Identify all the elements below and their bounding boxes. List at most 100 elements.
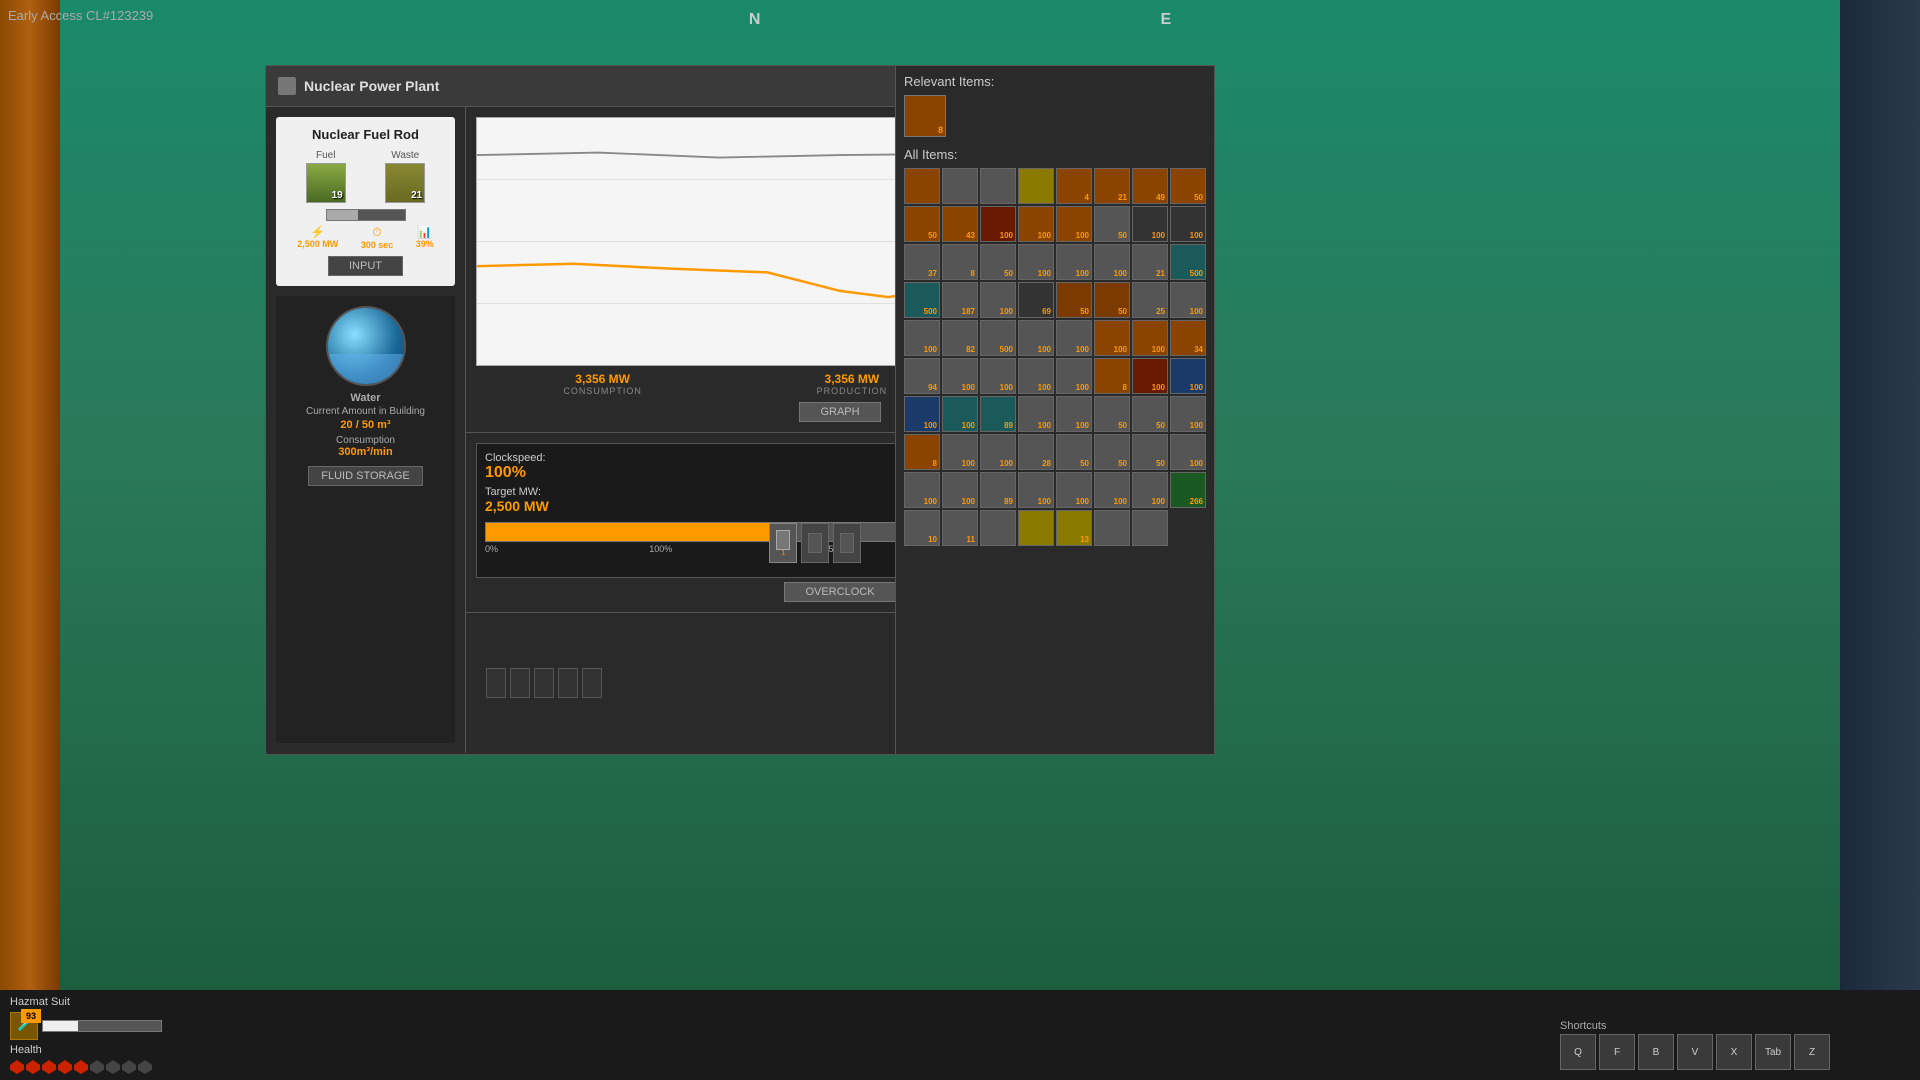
inv-cell-46[interactable]: 100 [1132,358,1168,394]
inv-cell-3[interactable] [1018,168,1054,204]
inv-cell-13[interactable]: 50 [1094,206,1130,242]
inv-cell-38[interactable]: 100 [1132,320,1168,356]
shortcut-key-x[interactable]: X [1716,1034,1752,1070]
inv-cell-count-36: 100 [1076,345,1089,354]
inv-cell-39[interactable]: 34 [1170,320,1206,356]
inv-cell-70[interactable]: 100 [1132,472,1168,508]
inv-cell-30[interactable]: 25 [1132,282,1168,318]
inv-cell-56[interactable]: 8 [904,434,940,470]
inv-cell-77[interactable] [1094,510,1130,546]
inv-cell-55[interactable]: 100 [1170,396,1206,432]
shortcut-key-v[interactable]: V [1677,1034,1713,1070]
inv-cell-57[interactable]: 100 [942,434,978,470]
inv-cell-33[interactable]: 82 [942,320,978,356]
inv-cell-34[interactable]: 500 [980,320,1016,356]
inv-cell-64[interactable]: 100 [904,472,940,508]
inv-cell-40[interactable]: 94 [904,358,940,394]
inv-cell-41[interactable]: 100 [942,358,978,394]
inv-cell-7[interactable]: 50 [1170,168,1206,204]
inv-cell-75[interactable] [1018,510,1054,546]
inv-cell-20[interactable]: 100 [1056,244,1092,280]
shortcut-key-z[interactable]: Z [1794,1034,1830,1070]
inv-cell-43[interactable]: 100 [1018,358,1054,394]
inv-cell-52[interactable]: 100 [1056,396,1092,432]
relevant-item-0[interactable]: 8 [904,95,946,137]
inv-cell-11[interactable]: 100 [1018,206,1054,242]
inv-cell-17[interactable]: 8 [942,244,978,280]
inv-cell-15[interactable]: 100 [1170,206,1206,242]
inv-cell-26[interactable]: 100 [980,282,1016,318]
inv-cell-count-69: 100 [1114,497,1127,506]
inv-cell-18[interactable]: 50 [980,244,1016,280]
inv-cell-69[interactable]: 100 [1094,472,1130,508]
inv-cell-count-41: 100 [962,383,975,392]
inv-cell-59[interactable]: 28 [1018,434,1054,470]
inv-cell-24[interactable]: 500 [904,282,940,318]
inv-cell-65[interactable]: 100 [942,472,978,508]
inv-cell-4[interactable]: 4 [1056,168,1092,204]
inv-cell-78[interactable] [1132,510,1168,546]
health-hearts [10,1060,162,1074]
inv-cell-48[interactable]: 100 [904,396,940,432]
inv-cell-67[interactable]: 100 [1018,472,1054,508]
input-button[interactable]: INPUT [328,256,403,276]
shortcut-key-tab[interactable]: Tab [1755,1034,1791,1070]
inv-cell-29[interactable]: 50 [1094,282,1130,318]
inv-cell-14[interactable]: 100 [1132,206,1168,242]
fluid-section: Water Current Amount in Building 20 / 50… [276,296,455,743]
inv-cell-19[interactable]: 100 [1018,244,1054,280]
inv-cell-54[interactable]: 50 [1132,396,1168,432]
shortcut-key-b[interactable]: B [1638,1034,1674,1070]
inv-cell-50[interactable]: 89 [980,396,1016,432]
inv-cell-58[interactable]: 100 [980,434,1016,470]
inv-cell-2[interactable] [980,168,1016,204]
inv-cell-74[interactable] [980,510,1016,546]
inv-cell-71[interactable]: 266 [1170,472,1206,508]
shortcut-key-q[interactable]: Q [1560,1034,1596,1070]
inv-cell-63[interactable]: 100 [1170,434,1206,470]
inv-cell-21[interactable]: 100 [1094,244,1130,280]
inv-cell-76[interactable]: 13 [1056,510,1092,546]
inv-cell-42[interactable]: 100 [980,358,1016,394]
inv-cell-72[interactable]: 10 [904,510,940,546]
inv-cell-10[interactable]: 100 [980,206,1016,242]
inv-cell-53[interactable]: 50 [1094,396,1130,432]
inv-cell-0[interactable] [904,168,940,204]
inv-cell-count-12: 100 [1076,231,1089,240]
inv-cell-36[interactable]: 100 [1056,320,1092,356]
inv-cell-8[interactable]: 50 [904,206,940,242]
inv-cell-68[interactable]: 100 [1056,472,1092,508]
inv-cell-23[interactable]: 500 [1170,244,1206,280]
inv-cell-12[interactable]: 100 [1056,206,1092,242]
shortcut-key-f[interactable]: F [1599,1034,1635,1070]
inv-cell-16[interactable]: 37 [904,244,940,280]
inv-cell-6[interactable]: 49 [1132,168,1168,204]
inv-cell-5[interactable]: 21 [1094,168,1130,204]
inv-cell-51[interactable]: 100 [1018,396,1054,432]
fluid-storage-button[interactable]: FLUID STORAGE [308,466,422,486]
inv-cell-47[interactable]: 100 [1170,358,1206,394]
inv-cell-44[interactable]: 100 [1056,358,1092,394]
inv-cell-count-30: 25 [1156,307,1165,316]
inv-cell-45[interactable]: 8 [1094,358,1130,394]
inv-cell-27[interactable]: 69 [1018,282,1054,318]
inv-cell-22[interactable]: 21 [1132,244,1168,280]
inv-cell-32[interactable]: 100 [904,320,940,356]
inv-cell-37[interactable]: 100 [1094,320,1130,356]
inv-cell-35[interactable]: 100 [1018,320,1054,356]
inv-cell-25[interactable]: 187 [942,282,978,318]
inv-cell-61[interactable]: 50 [1094,434,1130,470]
overclock-button[interactable]: OVERCLOCK [784,582,895,602]
heart-1 [10,1060,24,1074]
inv-cell-1[interactable] [942,168,978,204]
inv-cell-66[interactable]: 89 [980,472,1016,508]
inv-cell-73[interactable]: 11 [942,510,978,546]
inv-cell-60[interactable]: 50 [1056,434,1092,470]
graph-button[interactable]: GRAPH [799,402,880,422]
inv-cell-9[interactable]: 43 [942,206,978,242]
inv-cell-28[interactable]: 50 [1056,282,1092,318]
inv-cell-62[interactable]: 50 [1132,434,1168,470]
inv-cell-31[interactable]: 100 [1170,282,1206,318]
dialog-title-text: Nuclear Power Plant [304,78,439,94]
inv-cell-49[interactable]: 100 [942,396,978,432]
